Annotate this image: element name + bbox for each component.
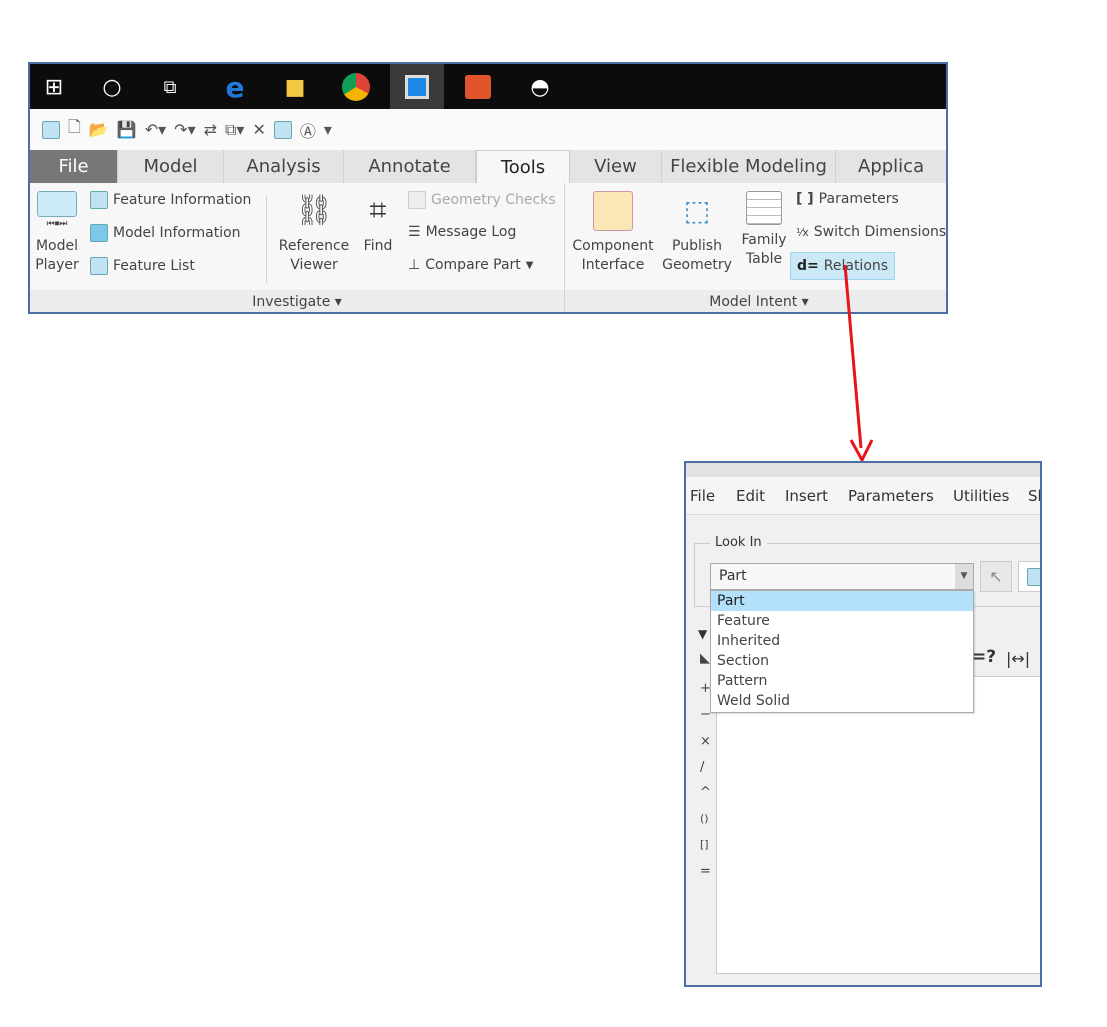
cursor-arrow-icon: ↖: [989, 567, 1003, 586]
menu-insert[interactable]: Insert: [785, 487, 828, 505]
verify-relations-icon[interactable]: =?: [972, 647, 996, 667]
option-feature[interactable]: Feature: [711, 611, 973, 631]
option-section[interactable]: Section: [711, 651, 973, 671]
menu-show[interactable]: Sh: [1028, 487, 1040, 505]
relations-dialog: File Edit Insert Parameters Utilities Sh…: [684, 461, 1042, 987]
menu-file[interactable]: File: [690, 487, 715, 505]
chevron-down-icon[interactable]: ▼: [955, 564, 973, 589]
operator-divide[interactable]: /: [700, 760, 704, 775]
menu-utilities[interactable]: Utilities: [953, 487, 1009, 505]
look-in-label: Look In: [710, 535, 767, 550]
arrow-line: [843, 264, 863, 449]
option-inherited[interactable]: Inherited: [711, 631, 973, 651]
menu-parameters[interactable]: Parameters: [848, 487, 934, 505]
selected-value: Part: [719, 568, 747, 584]
operator-parentheses[interactable]: (): [700, 812, 709, 825]
operator-multiply[interactable]: ×: [700, 734, 711, 749]
model-icon: [1027, 568, 1040, 586]
model-button[interactable]: [1018, 561, 1040, 592]
dimension-icon[interactable]: |↔|: [1006, 649, 1030, 668]
option-part[interactable]: Part: [711, 591, 973, 611]
option-pattern[interactable]: Pattern: [711, 671, 973, 691]
menu-bar: File Edit Insert Parameters Utilities Sh: [686, 477, 1040, 515]
menu-edit[interactable]: Edit: [736, 487, 765, 505]
cursor-mode-icon[interactable]: ◣: [700, 651, 710, 666]
option-weld-solid[interactable]: Weld Solid: [711, 691, 973, 711]
dialog-title-bar: [686, 463, 1040, 477]
operator-power[interactable]: ^: [700, 785, 711, 800]
select-pointer-button[interactable]: ↖: [980, 561, 1012, 592]
operator-brackets[interactable]: []: [700, 838, 709, 851]
look-in-dropdown-list: Part Feature Inherited Section Pattern W…: [710, 590, 974, 713]
look-in-select[interactable]: Part ▼: [710, 563, 974, 590]
relations-editor[interactable]: [716, 676, 1040, 974]
operator-equals[interactable]: =: [700, 864, 711, 879]
collapse-triangle-icon[interactable]: ▼: [698, 627, 707, 641]
